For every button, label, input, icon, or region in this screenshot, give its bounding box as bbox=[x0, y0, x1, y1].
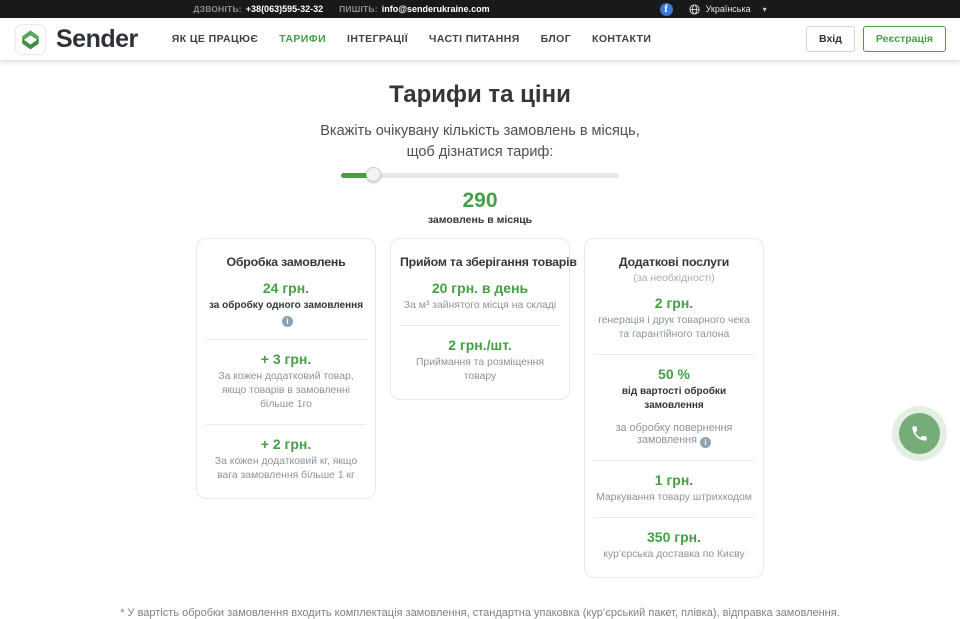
price: 2 грн. bbox=[594, 295, 754, 311]
price: + 2 грн. bbox=[206, 436, 366, 452]
page-title: Тарифи та ціни bbox=[0, 81, 960, 109]
orders-count-label: замовлень в місяць bbox=[0, 214, 960, 226]
card-extra-services: Додаткові послуги (за необхідності) 2 гр… bbox=[584, 238, 764, 578]
card-title: Обробка замовлень bbox=[206, 255, 366, 269]
register-button[interactable]: Реєстрація bbox=[863, 26, 946, 52]
nav-contacts[interactable]: КОНТАКТИ bbox=[592, 33, 651, 45]
card-subtitle: (за необхідності) bbox=[594, 272, 754, 284]
nav-faq[interactable]: ЧАСТІ ПИТАННЯ bbox=[429, 33, 520, 45]
price-desc: За кожен додатковий кг, якщо вага замовл… bbox=[206, 455, 366, 483]
write-label: ПИШІТЬ: bbox=[339, 4, 378, 14]
sender-logo-icon bbox=[14, 23, 47, 56]
orders-slider[interactable] bbox=[341, 167, 619, 183]
call-widget-inner bbox=[899, 413, 940, 454]
header: Sender ЯК ЦЕ ПРАЦЮЄ ТАРИФИ ІНТЕГРАЦІЇ ЧА… bbox=[0, 18, 960, 60]
slider-handle[interactable] bbox=[366, 167, 381, 182]
price-desc: Маркування товару штрихкодом bbox=[594, 491, 754, 505]
nav-integrations[interactable]: ІНТЕГРАЦІЇ bbox=[347, 33, 408, 45]
info-icon[interactable]: i bbox=[282, 316, 293, 327]
topbar-contacts: ДЗВОНІТЬ: +38(063)595-32-32 ПИШІТЬ: info… bbox=[193, 4, 489, 14]
chevron-down-icon: ▾ bbox=[763, 5, 767, 14]
card-title: Додаткові послуги bbox=[594, 255, 754, 269]
main-content: Тарифи та ціни Вкажіть очікувану кількіс… bbox=[0, 60, 960, 619]
price: 20 грн. в день bbox=[400, 280, 560, 296]
language-label: Українська bbox=[706, 4, 751, 14]
orders-count: 290 bbox=[0, 189, 960, 213]
divider bbox=[594, 517, 754, 518]
price-desc: генерація і друк товарного чека та гаран… bbox=[594, 314, 754, 342]
email-block: ПИШІТЬ: info@senderukraine.com bbox=[339, 4, 489, 14]
price-desc: за обробку одного замовлення i bbox=[206, 299, 366, 327]
card-order-processing: Обробка замовлень 24 грн. за обробку одн… bbox=[196, 238, 376, 499]
globe-icon bbox=[689, 4, 700, 15]
price: 1 грн. bbox=[594, 472, 754, 488]
language-selector[interactable]: Українська ▾ bbox=[689, 4, 767, 15]
slider-track[interactable] bbox=[341, 173, 619, 178]
phone-number[interactable]: +38(063)595-32-32 bbox=[246, 4, 323, 14]
topbar: ДЗВОНІТЬ: +38(063)595-32-32 ПИШІТЬ: info… bbox=[0, 0, 960, 18]
call-widget-button[interactable] bbox=[892, 406, 947, 461]
slider-instruction: Вкажіть очікувану кількість замовлень в … bbox=[0, 121, 960, 163]
nav-blog[interactable]: БЛОГ bbox=[541, 33, 571, 45]
price-desc: За м³ зайнятого місця на складі bbox=[400, 299, 560, 313]
pricing-cards: Обробка замовлень 24 грн. за обробку одн… bbox=[0, 238, 960, 578]
pricing-footnote: * У вартість обробки замовлення входить … bbox=[0, 607, 960, 619]
auth-buttons: Вхід Реєстрація bbox=[806, 26, 946, 52]
card-title: Прийом та зберігання товарів bbox=[400, 255, 560, 269]
price: 50 % bbox=[594, 366, 754, 382]
brand-name: Sender bbox=[56, 25, 138, 54]
topbar-social-lang: f Українська ▾ bbox=[660, 3, 767, 16]
price-desc: за обробку повернення замовленняi bbox=[594, 422, 754, 448]
price-desc: Приймання та розміщення товару bbox=[400, 356, 560, 384]
divider bbox=[594, 354, 754, 355]
facebook-icon[interactable]: f bbox=[660, 3, 673, 16]
divider bbox=[206, 339, 366, 340]
main-nav: ЯК ЦЕ ПРАЦЮЄ ТАРИФИ ІНТЕГРАЦІЇ ЧАСТІ ПИТ… bbox=[172, 33, 652, 45]
price-desc-text: за обробку повернення замовлення bbox=[616, 422, 733, 446]
divider bbox=[400, 325, 560, 326]
price-desc: кур’єрська доставка по Києву bbox=[594, 548, 754, 562]
price-desc-text: за обробку одного замовлення bbox=[209, 300, 363, 311]
price: + 3 грн. bbox=[206, 351, 366, 367]
price: 2 грн./шт. bbox=[400, 337, 560, 353]
card-storage: Прийом та зберігання товарів 20 грн. в д… bbox=[390, 238, 570, 400]
divider bbox=[594, 460, 754, 461]
price: 24 грн. bbox=[206, 280, 366, 296]
price-desc: За кожен додатковий товар, якщо товарів … bbox=[206, 370, 366, 412]
phone-block: ДЗВОНІТЬ: +38(063)595-32-32 bbox=[193, 4, 323, 14]
slider-instruction-line2: щоб дізнатися тариф: bbox=[407, 144, 554, 160]
email-link[interactable]: info@senderukraine.com bbox=[382, 4, 490, 14]
phone-icon bbox=[910, 424, 929, 443]
price: 350 грн. bbox=[594, 529, 754, 545]
price-desc-bold: від вартості обробки замовлення bbox=[594, 385, 754, 413]
nav-how-it-works[interactable]: ЯК ЦЕ ПРАЦЮЄ bbox=[172, 33, 258, 45]
slider-instruction-line1: Вкажіть очікувану кількість замовлень в … bbox=[320, 123, 639, 139]
divider bbox=[206, 424, 366, 425]
login-button[interactable]: Вхід bbox=[806, 26, 855, 52]
brand-logo[interactable]: Sender bbox=[14, 23, 138, 56]
nav-tariffs[interactable]: ТАРИФИ bbox=[279, 33, 326, 45]
info-icon[interactable]: i bbox=[700, 437, 711, 448]
call-label: ДЗВОНІТЬ: bbox=[193, 4, 241, 14]
